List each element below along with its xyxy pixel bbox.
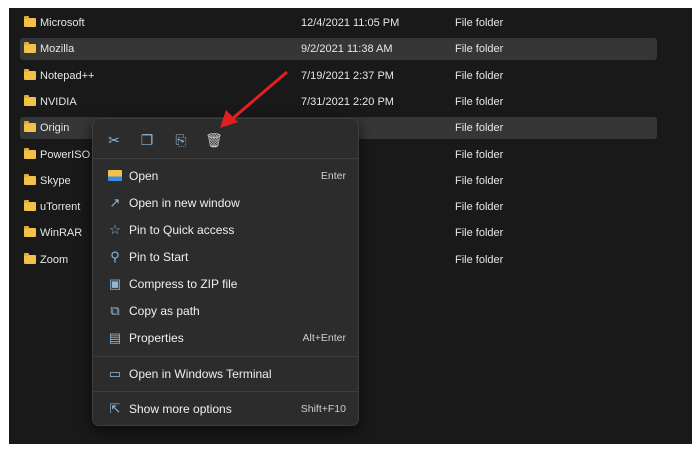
- annotation-arrow: [220, 70, 288, 128]
